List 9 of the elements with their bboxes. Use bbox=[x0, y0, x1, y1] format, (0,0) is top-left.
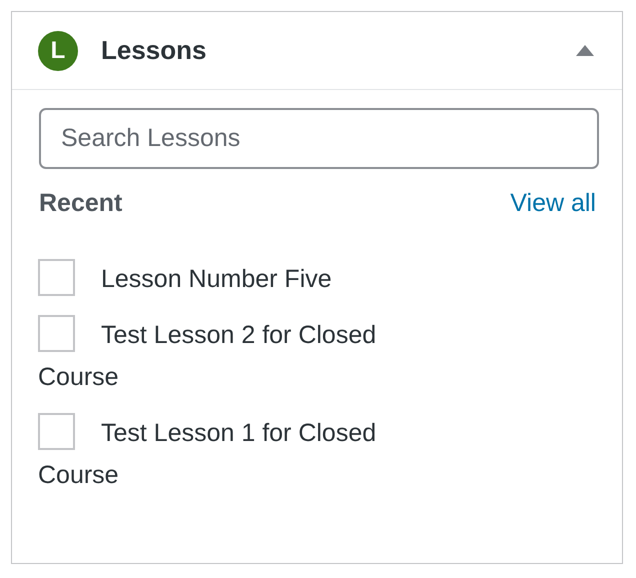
logo-icon: L bbox=[38, 30, 78, 70]
section-heading: Recent bbox=[39, 189, 122, 218]
lesson-checkbox[interactable]: Test Lesson 1 for Closed Course bbox=[38, 412, 458, 496]
collapse-icon[interactable] bbox=[576, 45, 594, 56]
panel-title: Lessons bbox=[101, 35, 208, 66]
lesson-checkbox[interactable]: Test Lesson 2 for Closed Course bbox=[38, 314, 458, 398]
view-all-link[interactable]: View all bbox=[510, 189, 596, 218]
lesson-checkbox[interactable]: Lesson Number Five bbox=[38, 258, 458, 300]
search-field[interactable]: Search Lessons bbox=[39, 108, 599, 169]
